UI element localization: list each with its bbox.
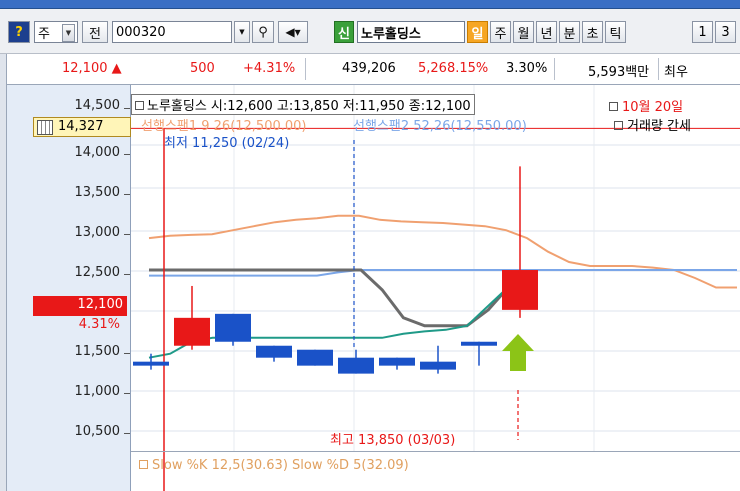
chart-info-box: 노루홀딩스 시:12,600 고:13,850 저:11,950 종:12,10…: [131, 94, 475, 115]
volume: 439,206: [342, 61, 396, 76]
table-icon[interactable]: [37, 120, 53, 135]
quote-extra: 최우: [664, 65, 688, 80]
price-change: 500: [190, 61, 215, 76]
tab-interval-3[interactable]: 3: [715, 21, 736, 43]
tab-second[interactable]: 초: [582, 21, 603, 43]
stock-code-input[interactable]: 000320: [112, 21, 232, 43]
span2-legend: 선행스팬2 52,26(12,550.00): [353, 119, 527, 134]
trade-amount: 5,593백만: [588, 65, 650, 80]
tick-mark: [124, 433, 130, 434]
candle: [338, 357, 374, 374]
legend-square-icon: [609, 102, 618, 111]
candle: [215, 313, 251, 342]
stock-name-field[interactable]: 노루홀딩스: [357, 21, 465, 43]
price-axis: 14,500 14,000 13,500 13,000 12,500 11,50…: [7, 85, 131, 491]
window-titlebar: [0, 0, 740, 9]
span1-line: [148, 214, 737, 289]
divider: [658, 58, 659, 80]
tick-mark: [124, 234, 130, 235]
turnover-rate: 3.30%: [506, 61, 548, 76]
legend-square-icon: [614, 121, 623, 130]
volume-legend-label: 거래량 간세: [627, 119, 691, 134]
tab-day[interactable]: 일: [467, 21, 488, 43]
tick-label: 11,500: [74, 344, 121, 359]
tab-interval-1[interactable]: 1: [692, 21, 713, 43]
tick-mark: [124, 353, 130, 354]
tab-tick[interactable]: 틱: [605, 21, 626, 43]
legend-square-icon: [139, 460, 148, 469]
price-change-pct: +4.31%: [243, 61, 296, 76]
tick-mark: [124, 154, 130, 155]
current-price-value: 12,100: [62, 61, 108, 76]
current-price-marker: 12,100: [33, 296, 127, 316]
current-price: 12,100 ▲: [62, 61, 122, 76]
tick-mark: [124, 194, 130, 195]
current-pct-label: 4.31%: [78, 317, 120, 332]
stochastic-values: Slow %K 12,5(30.63) Slow %D 5(32.09): [152, 458, 409, 473]
quote-bar: 12,100 ▲ 500 +4.31% 439,206 5,268.15% 3.…: [7, 54, 740, 85]
current-price-marker-value: 12,100: [77, 297, 124, 312]
tick-label: 11,000: [74, 384, 121, 399]
stochastic-legend: Slow %K 12,5(30.63) Slow %D 5(32.09): [139, 458, 409, 473]
legend-square-icon: [135, 101, 144, 110]
new-badge: 신: [334, 21, 354, 43]
date-value: 10월 20일: [622, 100, 684, 115]
candle: [297, 349, 333, 366]
low-annotation: 최저 11,250 (02/24): [164, 136, 290, 151]
tab-year[interactable]: 년: [536, 21, 557, 43]
candle: [461, 341, 497, 346]
tick-mark: [124, 393, 130, 394]
tick-label: 14,500: [74, 98, 121, 113]
ohlc-info: 노루홀딩스 시:12,600 고:13,850 저:11,950 종:12,10…: [147, 99, 471, 114]
candle: [133, 361, 169, 366]
candle: [420, 361, 456, 370]
tick-label: 14,000: [74, 145, 121, 160]
tab-month[interactable]: 월: [513, 21, 534, 43]
left-frame-edge: [0, 9, 7, 491]
divider: [305, 58, 306, 80]
up-triangle-icon: ▲: [111, 61, 122, 76]
tick-mark: [124, 108, 130, 109]
high-marker[interactable]: 14,327: [33, 117, 131, 137]
tick-mark: [124, 274, 130, 275]
market-select-value: 주: [38, 26, 50, 42]
volume-ratio: 5,268.15%: [418, 61, 489, 76]
tick-label: 13,500: [74, 185, 121, 200]
indicator-divider: [131, 451, 740, 452]
divider: [554, 58, 555, 80]
volume-legend: 거래량 간세: [614, 115, 691, 134]
tick-label: 12,500: [74, 265, 121, 280]
chevron-down-icon[interactable]: ▼: [62, 24, 75, 42]
stock-code-value: 000320: [116, 24, 166, 40]
high-marker-value: 14,327: [58, 119, 104, 134]
toolbar: ? 주 ▼ 전 000320 ▼ ⚲ ◀▾ 신 노루홀딩스 일 주 월 년 분 …: [0, 9, 740, 54]
moving-average-line: [149, 268, 511, 328]
tab-week[interactable]: 주: [490, 21, 511, 43]
tab-minute[interactable]: 분: [559, 21, 580, 43]
market-select[interactable]: 주 ▼: [34, 21, 78, 43]
help-link-icon[interactable]: ?: [8, 21, 30, 43]
search-icon[interactable]: ⚲: [252, 21, 274, 43]
tick-label: 10,500: [74, 424, 121, 439]
chart-area[interactable]: 노루홀딩스 시:12,600 고:13,850 저:11,950 종:12,10…: [131, 85, 740, 491]
candle: [174, 317, 210, 346]
up-arrow-icon: [502, 334, 534, 371]
high-annotation: 최고 13,850 (03/03): [330, 433, 456, 448]
code-dropdown-button[interactable]: ▼: [234, 21, 250, 43]
candle: [379, 357, 415, 366]
date-label: 10월 20일: [609, 96, 683, 115]
tick-label: 13,000: [74, 225, 121, 240]
candle: [502, 270, 538, 310]
speaker-icon[interactable]: ◀▾: [278, 21, 308, 43]
prefix-button[interactable]: 전: [82, 21, 108, 43]
candle: [256, 345, 292, 358]
